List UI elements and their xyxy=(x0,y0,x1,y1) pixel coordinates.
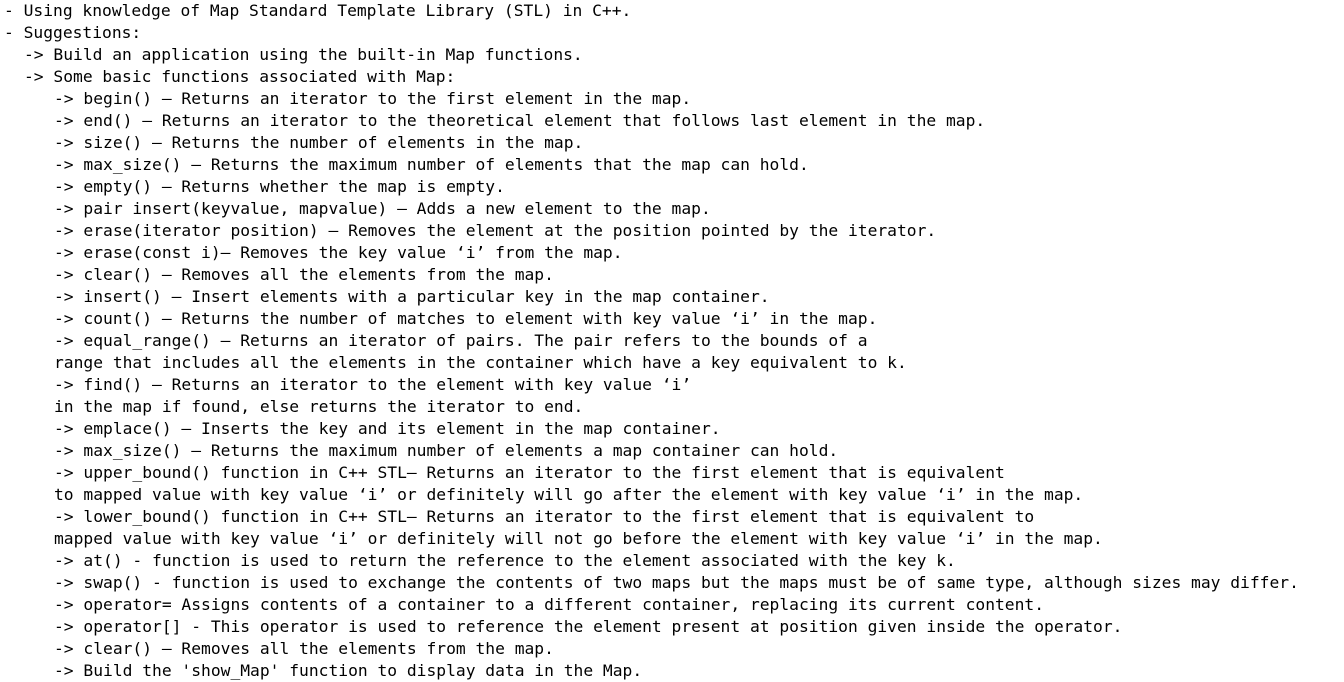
text-line: -> at() - function is used to return the… xyxy=(54,551,956,570)
text-line: -> emplace() – Inserts the key and its e… xyxy=(54,419,721,438)
text-line: -> operator[] - This operator is used to… xyxy=(54,617,1123,636)
text-line: - Suggestions: xyxy=(4,23,142,42)
text-line: -> lower_bound() function in C++ STL– Re… xyxy=(54,507,1035,526)
text-line: in the map if found, else returns the it… xyxy=(54,397,584,416)
text-line: -> max_size() – Returns the maximum numb… xyxy=(54,441,839,460)
text-line: -> begin() – Returns an iterator to the … xyxy=(54,89,692,108)
text-line: -> clear() – Removes all the elements fr… xyxy=(54,265,554,284)
text-line: -> equal_range() – Returns an iterator o… xyxy=(54,331,868,350)
text-line: -> Some basic functions associated with … xyxy=(24,67,456,86)
text-line: -> swap() - function is used to exchange… xyxy=(54,573,1299,592)
text-line: -> insert() – Insert elements with a par… xyxy=(54,287,770,306)
text-line: -> erase(iterator position) – Removes th… xyxy=(54,221,937,240)
text-line: -> Build an application using the built-… xyxy=(24,45,583,64)
text-line: -> find() – Returns an iterator to the e… xyxy=(54,375,692,394)
text-line: range that includes all the elements in … xyxy=(54,353,907,372)
text-line: -> pair insert(keyvalue, mapvalue) – Add… xyxy=(54,199,711,218)
text-line: -> erase(const i)– Removes the key value… xyxy=(54,243,623,262)
text-line: -> operator= Assigns contents of a conta… xyxy=(54,595,1045,614)
document-text: - Using knowledge of Map Standard Templa… xyxy=(4,0,1340,682)
text-line: -> count() – Returns the number of match… xyxy=(54,309,878,328)
text-line: - Using knowledge of Map Standard Templa… xyxy=(4,1,632,20)
text-line: -> size() – Returns the number of elemen… xyxy=(54,133,584,152)
text-line: to mapped value with key value ‘i’ or de… xyxy=(54,485,1084,504)
text-line: -> max_size() – Returns the maximum numb… xyxy=(54,155,809,174)
text-line: mapped value with key value ‘i’ or defin… xyxy=(54,529,1103,548)
text-line: -> end() – Returns an iterator to the th… xyxy=(54,111,986,130)
text-line: -> empty() – Returns whether the map is … xyxy=(54,177,505,196)
text-line: -> clear() – Removes all the elements fr… xyxy=(54,639,554,658)
text-line: -> Build the 'show_Map' function to disp… xyxy=(54,661,643,680)
text-line: -> upper_bound() function in C++ STL– Re… xyxy=(54,463,1005,482)
